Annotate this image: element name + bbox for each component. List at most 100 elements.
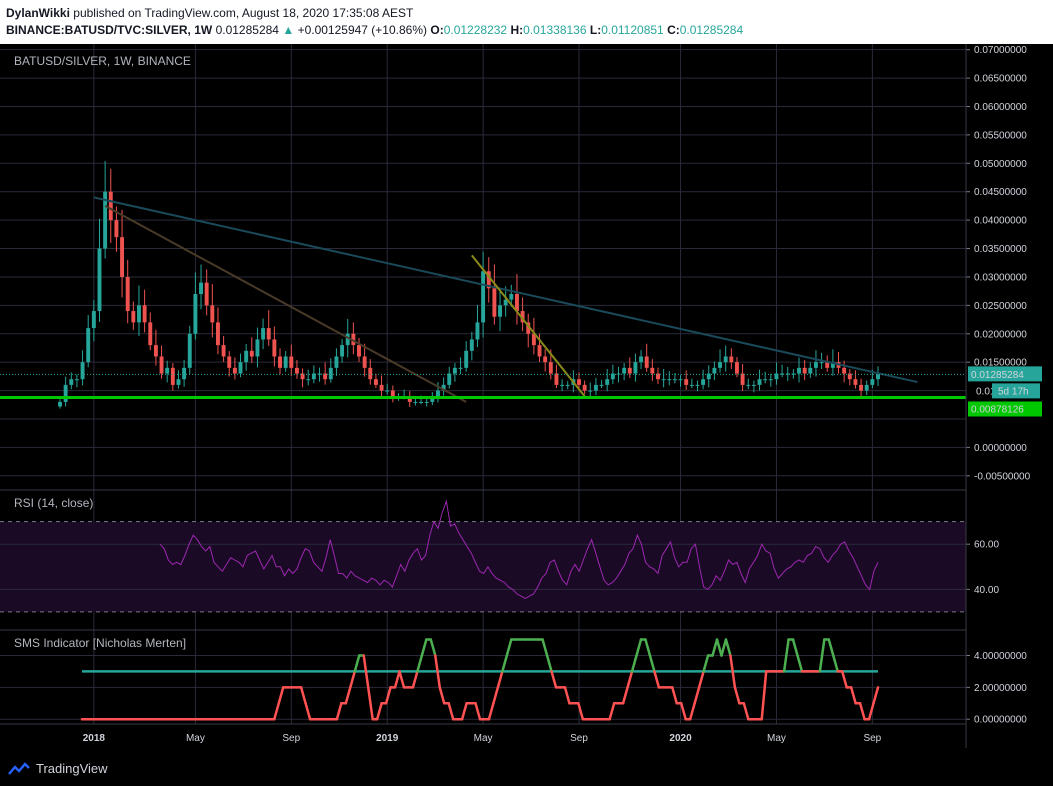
candle-body [114, 220, 119, 238]
rsi-tick-label: 60.00 [974, 540, 999, 551]
candle-body [633, 362, 638, 374]
candle-body [650, 367, 655, 374]
price-tick-label: 0.00000000 [974, 443, 1027, 454]
candle-body [148, 322, 153, 346]
last-price: 0.01285284 [215, 23, 279, 37]
candle-body [362, 356, 367, 368]
candle-body [306, 379, 311, 381]
candle-body [689, 384, 694, 386]
open-label: O: [430, 23, 444, 37]
candle-body [221, 345, 226, 357]
candle-body [120, 237, 125, 277]
candle-body [746, 384, 751, 386]
candle-body [498, 305, 502, 317]
candle-body [63, 384, 68, 402]
candle-body [661, 379, 666, 381]
candle-body [819, 362, 824, 364]
candle-body [622, 367, 627, 374]
candle-body [261, 328, 266, 340]
symbol-label: BINANCE:BATUSD/TVC:SILVER, 1W [6, 23, 213, 37]
high-value: 0.01338136 [523, 23, 587, 37]
candle-body [210, 305, 215, 323]
candle-body [859, 384, 864, 391]
candle-body [142, 305, 147, 323]
candle-body [684, 379, 689, 385]
candle-body [272, 339, 277, 357]
candle-body [458, 367, 463, 369]
time-tick-label: Sep [570, 733, 588, 744]
candle-body [605, 379, 610, 385]
candle-body [475, 322, 480, 340]
candle-body [469, 339, 474, 351]
price-tick-label: 0.04500000 [974, 187, 1027, 198]
candle-body [58, 401, 62, 407]
price-tick-label: 0.04000000 [974, 216, 1027, 227]
candle-body [802, 367, 807, 374]
candle-body [593, 384, 598, 391]
candle-body [543, 356, 548, 363]
candle-body [560, 384, 565, 386]
price-tick-label: 0.02500000 [974, 301, 1027, 312]
candle-body [588, 390, 593, 392]
candle-body [199, 282, 203, 294]
candle-body [215, 322, 220, 346]
publish-info: DylanWikki published on TradingView.com,… [6, 6, 413, 20]
candle-body [137, 305, 141, 323]
candle-body [278, 356, 282, 368]
candle-body [334, 356, 339, 368]
low-label: L: [589, 23, 602, 37]
candle-body [639, 356, 644, 363]
candle-body [91, 311, 96, 329]
candle-body [131, 311, 136, 323]
candle-body [294, 367, 299, 374]
tradingview-logo[interactable]: TradingView [8, 761, 108, 776]
chart-header: DylanWikki published on TradingView.com,… [0, 0, 1053, 44]
candle-body [80, 362, 85, 380]
price-tick-label: -0.00500000 [974, 471, 1031, 482]
time-tick-label: 2018 [83, 733, 106, 744]
candle-body [165, 367, 170, 374]
candle-body [238, 362, 243, 374]
candle-body [108, 191, 113, 221]
candle-body [870, 379, 875, 385]
rsi-pane-label: RSI (14, close) [14, 496, 93, 510]
candle-body [644, 356, 649, 368]
open-value: 0.01228232 [443, 23, 508, 37]
sms-tick-label: 0.00000000 [974, 715, 1027, 726]
candle-body [853, 379, 858, 385]
close-label: C: [667, 23, 680, 37]
footer: TradingView [0, 753, 1053, 786]
candle-body [340, 345, 345, 357]
candle-body [153, 345, 158, 357]
candle-body [328, 367, 333, 380]
candle-body [255, 339, 260, 357]
candle-body [565, 384, 570, 386]
price-tick-label: 0.02000000 [974, 329, 1027, 340]
time-tick-label: Sep [282, 733, 300, 744]
candle-body [176, 379, 181, 385]
candle-body [509, 293, 514, 300]
author-name[interactable]: DylanWikki [6, 6, 70, 20]
candle-body [554, 373, 559, 385]
candle-body [813, 362, 818, 368]
candle-body [249, 350, 254, 357]
price-tick-label: 0.03500000 [974, 244, 1027, 255]
time-tick-label: 2020 [669, 733, 692, 744]
candle-body [695, 384, 700, 386]
candle-body [718, 362, 723, 368]
candle-body [413, 401, 418, 403]
candle-body [740, 373, 745, 385]
candle-body [170, 367, 175, 385]
publish-date: published on TradingView.com, August 18,… [73, 6, 414, 20]
candle-body [193, 293, 198, 334]
price-tick-label: 0.05000000 [974, 159, 1027, 170]
candle-body [244, 350, 249, 363]
candle-body [481, 271, 486, 323]
candle-body [452, 367, 457, 374]
chart-area[interactable]: 0.07000000 0.06500000 0.06000000 0.05500000… [0, 44, 1053, 753]
ohlc-line: BINANCE:BATUSD/TVC:SILVER, 1W 0.01285284… [6, 23, 743, 37]
candle-body [125, 276, 130, 312]
candle-body [672, 379, 677, 381]
candle-body [227, 356, 232, 368]
candle-body [723, 356, 728, 363]
